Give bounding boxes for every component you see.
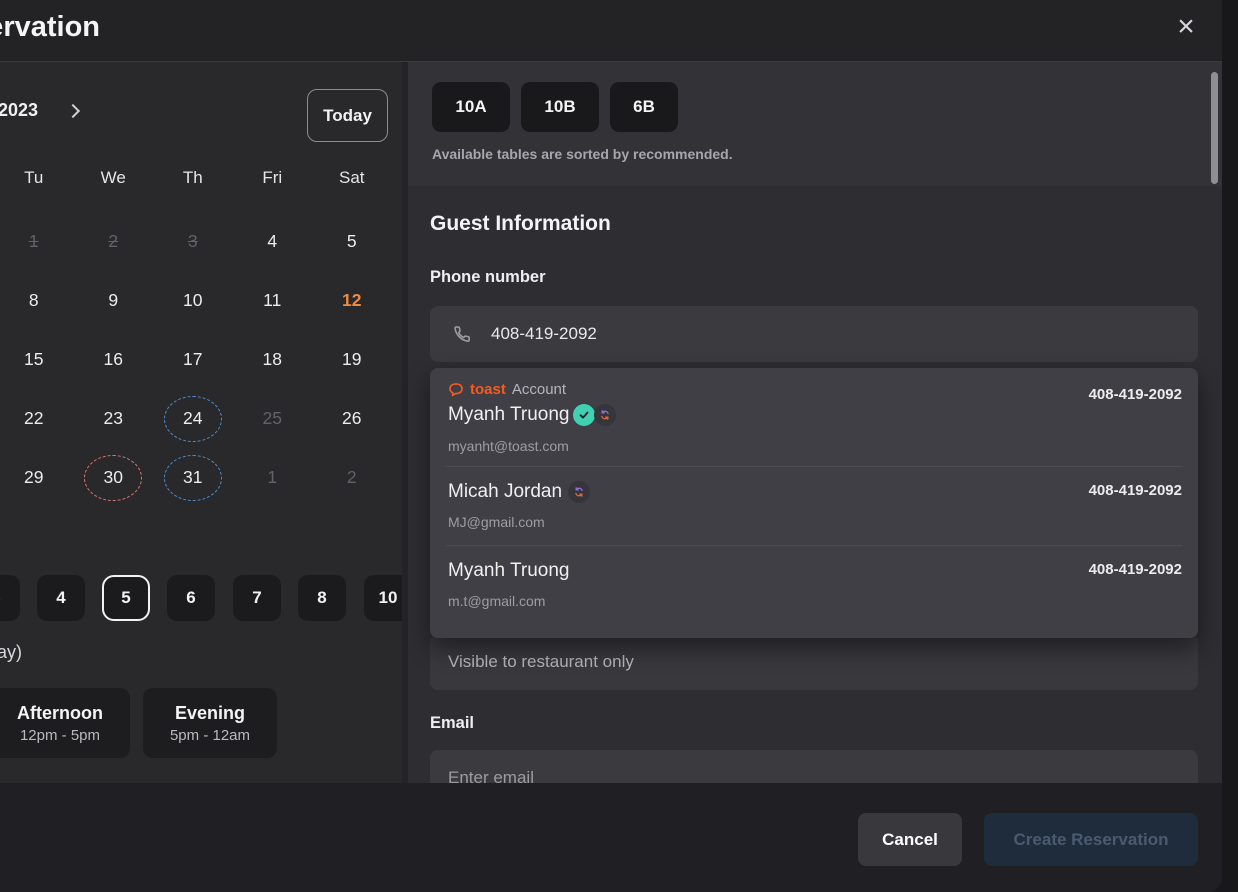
- notes-placeholder: Visible to restaurant only: [448, 652, 634, 672]
- calendar-day-cell[interactable]: 16: [74, 330, 154, 389]
- time-slot-evening[interactable]: Evening 5pm - 12am: [143, 688, 277, 758]
- time-slot-name: Evening: [175, 703, 245, 724]
- time-of-day-label: Time (time of day): [0, 642, 22, 668]
- table-chip[interactable]: 6B: [610, 82, 678, 132]
- account-suggestions-dropdown: toast Account Myanh Truong: [430, 368, 1198, 638]
- calendar-day-cell: 3: [153, 212, 233, 271]
- sync-icon: [568, 481, 590, 503]
- phone-input-value: 408-419-2092: [491, 324, 597, 344]
- calendar-day-cell[interactable]: 19: [312, 330, 392, 389]
- party-size-button[interactable]: 4: [37, 575, 85, 621]
- calendar-day-cell-today[interactable]: 12: [312, 271, 392, 330]
- calendar-day-cell[interactable]: 11: [233, 271, 313, 330]
- calendar-grid: 1 2 3 4 5 8 9 10 11 12 15 16 17 18 19 22…: [0, 212, 392, 507]
- modal-footer: Cancel Create Reservation: [0, 783, 1222, 892]
- notes-input[interactable]: Visible to restaurant only: [430, 634, 1198, 690]
- party-size-button[interactable]: 3: [0, 575, 20, 621]
- suggestion-phone: 408-419-2092: [1089, 482, 1182, 499]
- account-suggestion-row[interactable]: toast Account Myanh Truong: [430, 368, 1198, 466]
- weekday-label: Th: [153, 168, 233, 188]
- dashed-red-ring: 30: [84, 455, 142, 501]
- calendar-day-cell[interactable]: 8: [0, 271, 74, 330]
- suggestion-phone: 408-419-2092: [1089, 386, 1182, 403]
- suggestion-name: Myanh Truong: [448, 560, 569, 582]
- weekday-label: We: [74, 168, 154, 188]
- guest-information-title: Guest Information: [430, 212, 611, 236]
- calendar-day-cell: 1: [233, 448, 313, 507]
- scrollbar-thumb[interactable]: [1211, 72, 1218, 184]
- tables-hint-text: Available tables are sorted by recommend…: [432, 146, 733, 162]
- calendar-day-cell: 2: [312, 448, 392, 507]
- calendar-day-cell[interactable]: 23: [74, 389, 154, 448]
- time-slot-range: 12pm - 5pm: [20, 727, 100, 744]
- party-size-button[interactable]: 10: [364, 575, 402, 621]
- time-slot-range: 5pm - 12am: [170, 727, 250, 744]
- dashed-blue-ring: 31: [164, 455, 222, 501]
- guest-information-section: Guest Information Phone number 408-419-2…: [408, 186, 1222, 783]
- suggestion-email: m.t@gmail.com: [448, 593, 545, 609]
- calendar-day-cell[interactable]: 5: [312, 212, 392, 271]
- create-reservation-modal: Create Reservation × August 2023 Today T…: [0, 0, 1222, 892]
- calendar-day-cell-marked[interactable]: 24: [153, 389, 233, 448]
- calendar-day-cell[interactable]: 9: [74, 271, 154, 330]
- dashed-blue-ring: 24: [164, 396, 222, 442]
- modal-title: Create Reservation: [0, 7, 100, 55]
- weekday-label: Tu: [0, 168, 74, 188]
- suggestion-name: Myanh Truong: [448, 404, 616, 426]
- calendar-day-cell[interactable]: 26: [312, 389, 392, 448]
- next-month-icon[interactable]: [66, 104, 80, 118]
- account-suggestion-row[interactable]: Micah Jordan MJ@gmail.com 408-419-2092: [430, 466, 1198, 545]
- toast-account-badge: toast Account: [448, 381, 566, 398]
- table-chip[interactable]: 10A: [432, 82, 510, 132]
- phone-icon: [452, 324, 473, 345]
- weekday-row: Tu We Th Fri Sat: [0, 168, 392, 188]
- calendar-day-cell: 2: [74, 212, 154, 271]
- time-slot-name: Afternoon: [17, 703, 103, 724]
- sync-icon: [594, 404, 616, 426]
- email-label: Email: [430, 714, 474, 733]
- verified-icon: [573, 404, 595, 426]
- phone-input[interactable]: 408-419-2092: [430, 306, 1198, 362]
- time-slot-afternoon[interactable]: Afternoon 12pm - 5pm: [0, 688, 130, 758]
- cancel-button[interactable]: Cancel: [858, 813, 962, 866]
- toast-logo-icon: [448, 382, 464, 398]
- suggestion-email: myanht@toast.com: [448, 438, 569, 454]
- date-time-panel: August 2023 Today Tu We Th Fri Sat 1 2 3…: [0, 62, 402, 783]
- calendar-day-cell[interactable]: 17: [153, 330, 233, 389]
- calendar-day-cell[interactable]: 22: [0, 389, 74, 448]
- account-suggestion-row[interactable]: Myanh Truong m.t@gmail.com 408-419-2092: [430, 545, 1198, 637]
- table-options-row: 10A 10B 6B: [432, 82, 678, 132]
- calendar-day-cell[interactable]: 18: [233, 330, 313, 389]
- calendar-day-cell: 1: [0, 212, 74, 271]
- create-reservation-button[interactable]: Create Reservation: [984, 813, 1198, 866]
- calendar-day-cell[interactable]: 15: [0, 330, 74, 389]
- weekday-label: Fri: [233, 168, 313, 188]
- tables-section: 10A 10B 6B Available tables are sorted b…: [408, 62, 1222, 186]
- party-size-button[interactable]: 8: [298, 575, 346, 621]
- calendar-day-cell: 25: [233, 389, 313, 448]
- party-size-button[interactable]: 6: [167, 575, 215, 621]
- party-size-button[interactable]: 7: [233, 575, 281, 621]
- suggestion-email: MJ@gmail.com: [448, 514, 545, 530]
- close-icon[interactable]: ×: [1166, 6, 1206, 48]
- calendar-day-cell[interactable]: 10: [153, 271, 233, 330]
- table-chip[interactable]: 10B: [521, 82, 599, 132]
- weekday-label: Sat: [312, 168, 392, 188]
- calendar-day-cell[interactable]: 29: [0, 448, 74, 507]
- calendar-month-label: August 2023: [0, 100, 38, 126]
- modal-header: Create Reservation ×: [0, 0, 1222, 62]
- phone-number-label: Phone number: [430, 268, 546, 287]
- calendar-day-cell-marked[interactable]: 31: [153, 448, 233, 507]
- suggestion-name: Micah Jordan: [448, 481, 590, 503]
- calendar-day-cell-marked[interactable]: 30: [74, 448, 154, 507]
- suggestion-phone: 408-419-2092: [1089, 561, 1182, 578]
- today-button[interactable]: Today: [307, 89, 388, 142]
- create-reservation-screen: Create Reservation × August 2023 Today T…: [0, 0, 1238, 892]
- calendar-day-cell[interactable]: 4: [233, 212, 313, 271]
- party-size-button-selected[interactable]: 5: [102, 575, 150, 621]
